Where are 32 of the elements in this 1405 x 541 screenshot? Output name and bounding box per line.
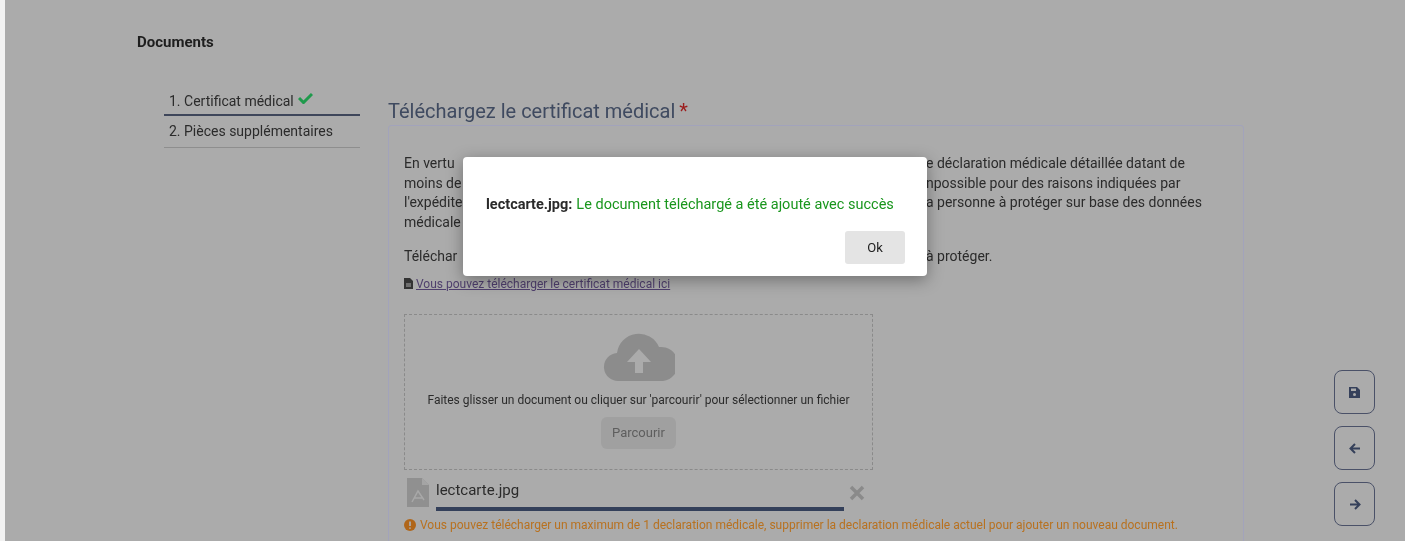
download-link[interactable]: Vous pouvez télécharger le certificat médical ici bbox=[404, 274, 671, 293]
warning-message: Vous pouvez télécharger un maximum de 1 declaration médicale, supprimer la declaration médicale actuel pour ajouter un nouveau document. bbox=[420, 516, 1178, 534]
paragraph-text: a personne à protéger sur base des données bbox=[926, 193, 1202, 212]
document-icon bbox=[404, 278, 413, 289]
next-button[interactable] bbox=[1334, 482, 1375, 526]
paragraph-text: à protéger. bbox=[926, 247, 993, 266]
paragraph-text: l'expédite bbox=[404, 194, 463, 210]
arrow-left-icon bbox=[1348, 442, 1361, 454]
arrow-right-icon bbox=[1348, 498, 1361, 510]
paragraph-text: moins de bbox=[404, 174, 462, 191]
section-title: Documents bbox=[137, 32, 214, 53]
save-button[interactable] bbox=[1334, 370, 1375, 414]
back-button[interactable] bbox=[1334, 426, 1375, 470]
check-icon bbox=[297, 92, 313, 104]
step-tab[interactable]: 2. Pièces supplémentaires bbox=[164, 116, 360, 148]
ok-button[interactable]: Ok bbox=[845, 230, 905, 264]
dropzone-hint: Faites glisser un document ou cliquer sur 'parcourir' pour sélectionner un fichier bbox=[427, 391, 850, 409]
paragraph-text: En vertu bbox=[404, 155, 455, 171]
paragraph-text: médicale bbox=[404, 213, 461, 230]
save-icon bbox=[1349, 386, 1360, 398]
paragraph-text: Téléchar bbox=[404, 248, 458, 264]
page-heading: Téléchargez le certificat médical bbox=[388, 98, 676, 125]
dialog-message: Le document téléchargé a été ajouté avec succès bbox=[576, 195, 894, 215]
dialog-filename: lectcarte.jpg: bbox=[486, 195, 573, 215]
pdf-file-icon bbox=[407, 478, 429, 507]
dropzone[interactable]: Faites glisser un document ou cliquer sur 'parcourir' pour sélectionner un fichier Parcourir bbox=[404, 313, 873, 470]
step-tab[interactable]: 1. Certificat médical bbox=[164, 88, 360, 116]
paragraph-text: e déclaration médicale détaillée datant de bbox=[926, 154, 1185, 173]
file-name: lectcarte.jpg bbox=[436, 479, 521, 501]
paragraph-text: npossible pour des raisons indiquées par bbox=[926, 173, 1181, 193]
required-mark: * bbox=[679, 98, 688, 125]
warning-icon bbox=[404, 518, 416, 531]
